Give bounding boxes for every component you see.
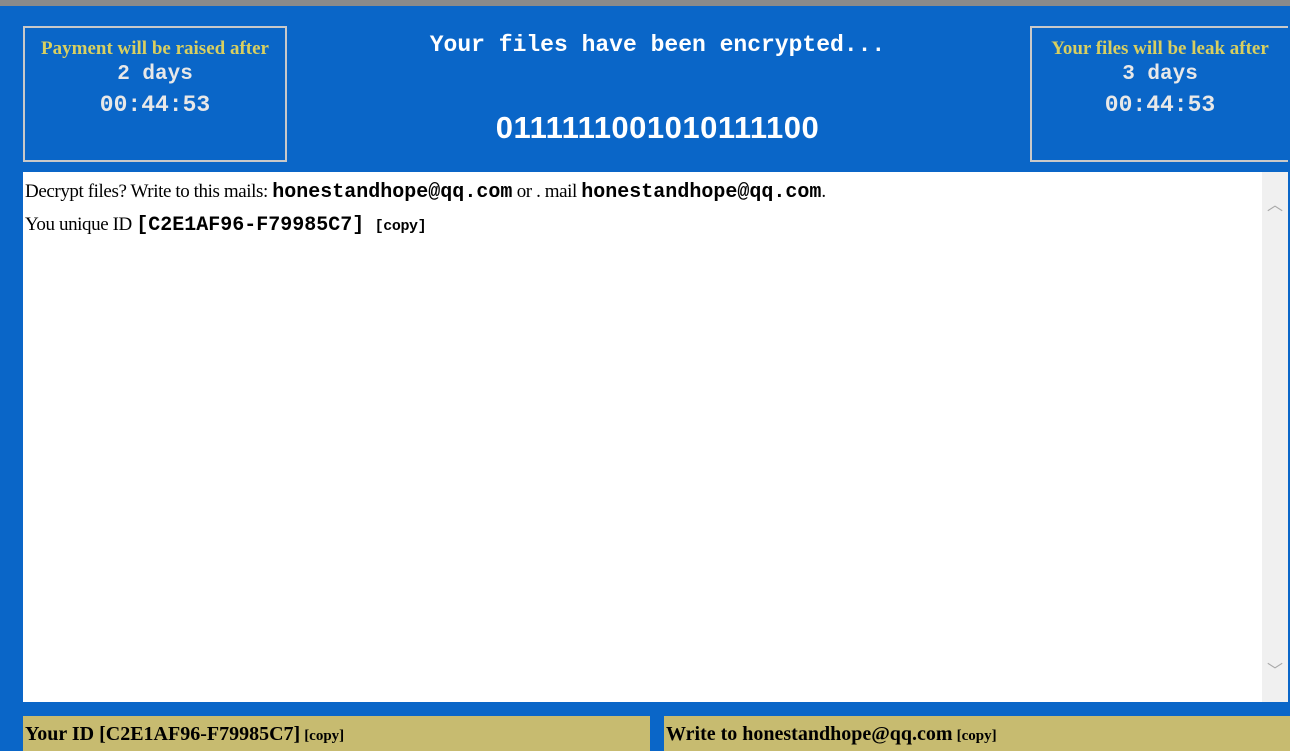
footer-write-to: Write to honestandhope@qq.com [copy] — [664, 716, 1290, 751]
scroll-up-arrow-icon[interactable]: ︿ — [1262, 192, 1288, 218]
footer-copy-email-button[interactable]: [copy] — [957, 728, 997, 744]
unique-id-value: [C2E1AF96-F79985C7] — [136, 214, 365, 237]
contact-prefix: Decrypt files? Write to this mails: — [25, 181, 268, 202]
footer-email-label: Write to honestandhope@qq.com — [666, 723, 953, 745]
contact-suffix: . — [821, 181, 826, 202]
scroll-down-arrow-icon[interactable]: ﹀ — [1262, 658, 1288, 684]
footer-id-label: Your ID [C2E1AF96-F79985C7] — [25, 723, 301, 745]
message-content: Decrypt files? Write to this mails: hone… — [25, 176, 1258, 243]
leak-warning-text: Your files will be leak after — [1051, 38, 1269, 59]
binary-code: 0111111001010111100 — [495, 110, 820, 145]
unique-id-line: You unique ID [C2E1AF96-F79985C7] [copy] — [25, 209, 1258, 243]
payment-countdown: 00:44:53 — [99, 92, 211, 118]
payment-warning-text: Payment will be raised after — [41, 38, 269, 59]
footer-copy-id-button[interactable]: [copy] — [304, 728, 344, 744]
unique-id-prefix: You unique ID — [25, 214, 132, 235]
leak-days: 3 days — [1122, 63, 1198, 86]
contact-email-1[interactable]: honestandhope@qq.com — [272, 181, 512, 204]
footer-your-id: Your ID [C2E1AF96-F79985C7] [copy] — [23, 716, 650, 751]
payment-days: 2 days — [117, 63, 193, 86]
leak-countdown: 00:44:53 — [1104, 92, 1216, 118]
copy-id-link[interactable]: [copy] — [375, 218, 427, 235]
message-panel[interactable]: Decrypt files? Write to this mails: hone… — [23, 172, 1288, 702]
contact-middle: or . mail — [516, 181, 578, 202]
leak-timer-box: Your files will be leak after 3 days 00:… — [1030, 26, 1288, 162]
vertical-scrollbar[interactable]: ︿ ﹀ — [1262, 172, 1288, 702]
window-top-border — [0, 0, 1290, 6]
contact-line: Decrypt files? Write to this mails: hone… — [25, 176, 1258, 209]
contact-email-2[interactable]: honestandhope@qq.com — [581, 181, 821, 204]
payment-timer-box: Payment will be raised after 2 days 00:4… — [23, 26, 287, 162]
encrypted-headline: Your files have been encrypted... — [429, 32, 886, 58]
